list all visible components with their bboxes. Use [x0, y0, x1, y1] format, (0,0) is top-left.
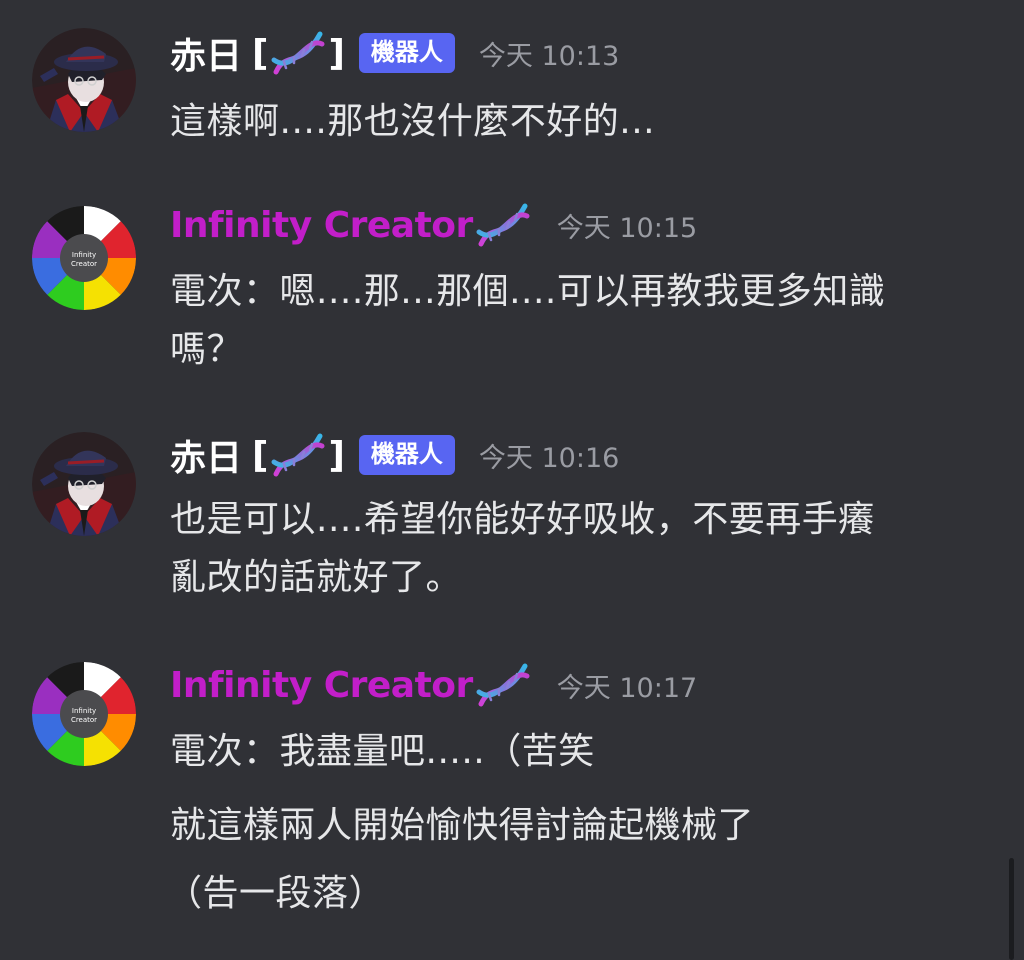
- avatar[interactable]: [32, 28, 136, 132]
- avatar-text: Infinity: [72, 707, 96, 715]
- bracket: [: [252, 434, 269, 476]
- bot-badge: 機器人: [358, 435, 455, 475]
- dna-icon: [475, 662, 531, 708]
- scrollbar[interactable]: [1009, 858, 1014, 960]
- username[interactable]: 赤日: [170, 27, 242, 79]
- message-text: 電次：嗯....那...那個....可以再教我更多知識: [170, 271, 886, 312]
- bracket: ]: [328, 434, 345, 476]
- message-text: 這樣啊....那也沒什麼不好的...: [170, 101, 656, 142]
- message-header: 赤日 [ ] 機器人 今天 10:13: [170, 28, 619, 78]
- avatar[interactable]: Infinity Creator: [32, 662, 136, 766]
- avatar-text: Creator: [71, 716, 97, 724]
- message-header: Infinity Creator 今天 10:17: [170, 660, 697, 710]
- message-header: Infinity Creator 今天 10:15: [170, 200, 697, 250]
- username[interactable]: Infinity Creator: [170, 665, 473, 706]
- timestamp[interactable]: 今天 10:16: [479, 436, 619, 475]
- avatar[interactable]: [32, 432, 136, 536]
- username[interactable]: 赤日: [170, 429, 242, 481]
- avatar-text: Creator: [71, 260, 97, 268]
- message-text: （告一段落）: [166, 873, 386, 914]
- avatar-text: Infinity: [72, 251, 96, 259]
- timestamp[interactable]: 今天 10:15: [557, 206, 697, 245]
- message-header: 赤日 [ ] 機器人 今天 10:16: [170, 430, 619, 480]
- message-text: 也是可以....希望你能好好吸收，不要再手癢: [170, 499, 875, 540]
- dna-icon: [270, 432, 326, 478]
- bot-badge: 機器人: [358, 33, 455, 73]
- username[interactable]: Infinity Creator: [170, 205, 473, 246]
- message-text: 電次：我盡量吧.....（苦笑: [170, 731, 595, 772]
- bracket: ]: [328, 32, 345, 74]
- timestamp[interactable]: 今天 10:17: [557, 666, 697, 705]
- message-text: 就這樣兩人開始愉快得討論起機械了: [170, 805, 755, 846]
- dna-icon: [270, 30, 326, 76]
- bracket: [: [252, 32, 269, 74]
- avatar[interactable]: Infinity Creator: [32, 206, 136, 310]
- message-text: 亂改的話就好了。: [170, 557, 463, 598]
- message-text: 嗎？: [170, 329, 244, 370]
- dna-icon: [475, 202, 531, 248]
- timestamp[interactable]: 今天 10:13: [479, 34, 619, 73]
